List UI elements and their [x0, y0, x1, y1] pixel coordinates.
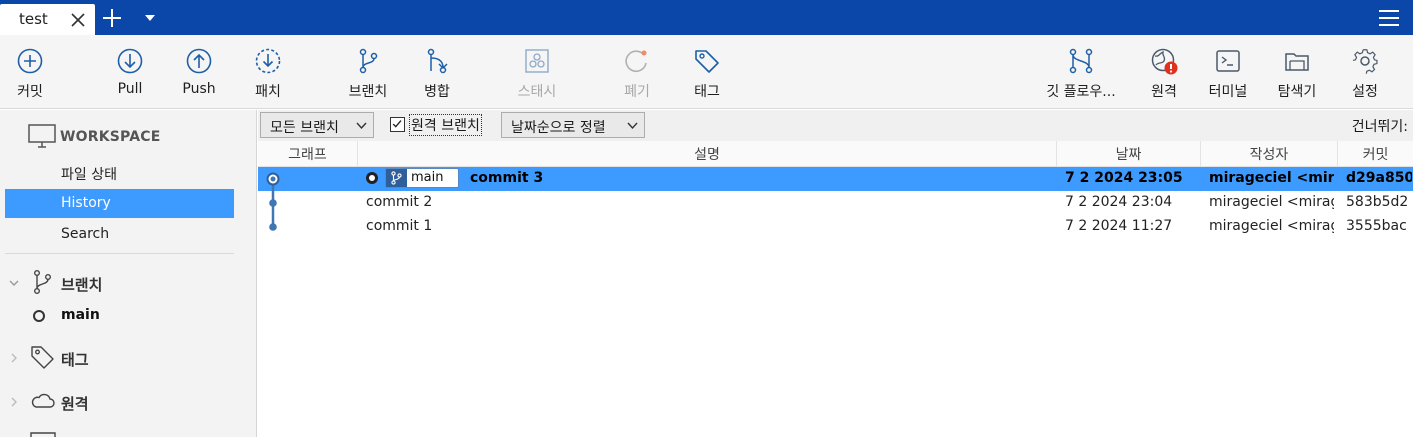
column-description[interactable]: 설명	[358, 141, 1057, 167]
git-flow-icon	[1069, 48, 1093, 74]
arrow-down-circle-icon	[117, 48, 143, 74]
column-author[interactable]: 작성자	[1201, 141, 1338, 167]
fetch-button[interactable]: 패치	[238, 35, 298, 109]
close-icon[interactable]	[70, 12, 86, 28]
pull-button[interactable]: Pull	[100, 35, 160, 109]
commit-button[interactable]: 커밋	[0, 35, 60, 109]
sort-dropdown[interactable]: 날짜순으로 정렬	[501, 112, 645, 138]
chevron-down-icon	[356, 122, 367, 130]
branch-filter-dropdown[interactable]: 모든 브랜치	[260, 112, 374, 138]
commit-hash: 3555bac	[1346, 218, 1407, 234]
sidebar-item-search[interactable]: Search	[5, 220, 234, 249]
toolbar: 커밋 Pull Push 패치 브랜치 병합 스태시 폐기 태그 깃 플로우..…	[0, 35, 1413, 109]
sidebar-item-history[interactable]: History	[5, 189, 234, 218]
graph-node-head-core	[270, 176, 276, 182]
discard-icon	[625, 50, 647, 72]
monitor-icon	[28, 124, 56, 148]
branch-icon	[33, 270, 51, 295]
column-commit[interactable]: 커밋	[1338, 141, 1413, 167]
sidebar-item-file-status[interactable]: 파일 상태	[5, 158, 234, 187]
commit-description: commit 1	[366, 218, 433, 234]
commit-description: commit 3	[470, 170, 544, 186]
check-icon	[392, 120, 402, 128]
branch-icon	[359, 48, 378, 74]
table-row[interactable]: commit 2 7 2 2024 23:04 mirageciel <mira…	[258, 191, 1413, 215]
stash-button[interactable]: 스태시	[502, 35, 572, 109]
git-flow-button[interactable]: 깃 플로우...	[1043, 35, 1119, 109]
commit-author: mirageciel <mirag	[1209, 170, 1334, 186]
folder-icon	[1285, 53, 1309, 71]
merge-icon	[427, 48, 448, 74]
tag-icon	[695, 50, 719, 73]
plus-circle-icon	[17, 48, 43, 74]
fetch-icon	[255, 48, 281, 74]
commit-author: mirageciel <mirag	[1209, 194, 1334, 210]
current-branch-icon	[33, 310, 45, 322]
sidebar: WORKSPACE 파일 상태 History Search 브랜치 main …	[0, 110, 257, 437]
push-button[interactable]: Push	[169, 35, 229, 109]
remote-button[interactable]: 원격	[1134, 35, 1194, 109]
table-row[interactable]: commit 1 7 2 2024 11:27 mirageciel <mira…	[258, 215, 1413, 239]
commit-hash: 583b5d2	[1346, 194, 1409, 210]
menu-icon[interactable]	[1378, 9, 1400, 27]
add-tab-icon[interactable]	[102, 8, 122, 28]
table-header: 그래프 설명 날짜 작성자 커밋	[258, 141, 1413, 167]
commit-author: mirageciel <mirag	[1209, 218, 1334, 234]
chevron-right-icon[interactable]	[8, 352, 20, 364]
arrow-up-circle-icon	[186, 48, 212, 74]
column-date[interactable]: 날짜	[1057, 141, 1201, 167]
graph-node	[269, 223, 277, 231]
globe-icon	[1151, 48, 1178, 75]
branch-label-main[interactable]: main	[385, 168, 459, 188]
chevron-down-icon[interactable]	[8, 277, 20, 289]
explorer-button[interactable]: 탐색기	[1265, 35, 1329, 109]
column-graph[interactable]: 그래프	[258, 141, 358, 167]
branch-icon	[386, 169, 407, 187]
merge-button[interactable]: 병합	[407, 35, 467, 109]
sidebar-divider	[5, 253, 234, 254]
stash-icon	[525, 49, 549, 73]
tag-icon	[31, 346, 54, 369]
tag-button[interactable]: 태그	[677, 35, 737, 109]
settings-button[interactable]: 설정	[1335, 35, 1395, 109]
terminal-icon	[1216, 50, 1240, 72]
discard-button[interactable]: 폐기	[607, 35, 667, 109]
gear-icon	[1352, 49, 1378, 74]
graph-node	[269, 199, 277, 207]
chevron-down-icon	[627, 122, 638, 130]
table-row[interactable]: main commit 3 7 2 2024 23:05 mirageciel …	[258, 167, 1413, 191]
jump-to-label[interactable]: 건너뛰기:	[1352, 116, 1408, 136]
sidebar-section-branches[interactable]: 브랜치	[8, 269, 248, 297]
commit-hash: d29a850	[1346, 170, 1412, 186]
terminal-button[interactable]: 터미널	[1198, 35, 1258, 109]
stashes-icon	[30, 432, 56, 437]
sidebar-section-tags[interactable]: 태그	[8, 344, 248, 372]
tab-title: test	[19, 10, 48, 28]
commit-date: 7 2 2024 11:27	[1065, 218, 1173, 234]
head-marker-icon	[366, 172, 378, 184]
filter-bar: 모든 브랜치 원격 브랜치 날짜순으로 정렬 건너뛰기:	[258, 110, 1413, 141]
sidebar-section-remotes[interactable]: 원격	[8, 388, 248, 416]
commit-description: commit 2	[366, 194, 433, 210]
commit-graph	[266, 172, 280, 231]
branch-button[interactable]: 브랜치	[338, 35, 398, 109]
cloud-icon	[31, 393, 55, 408]
checkbox[interactable]	[390, 117, 405, 132]
chevron-right-icon[interactable]	[8, 396, 20, 408]
commit-date: 7 2 2024 23:05	[1065, 170, 1183, 186]
commit-table: 그래프 설명 날짜 작성자 커밋 main commit 3 7 2 2024 …	[258, 141, 1413, 437]
tab-bar: test	[0, 0, 1413, 35]
commit-date: 7 2 2024 23:04	[1065, 194, 1173, 210]
tab-test[interactable]: test	[0, 4, 95, 35]
chevron-down-icon[interactable]	[143, 12, 157, 24]
